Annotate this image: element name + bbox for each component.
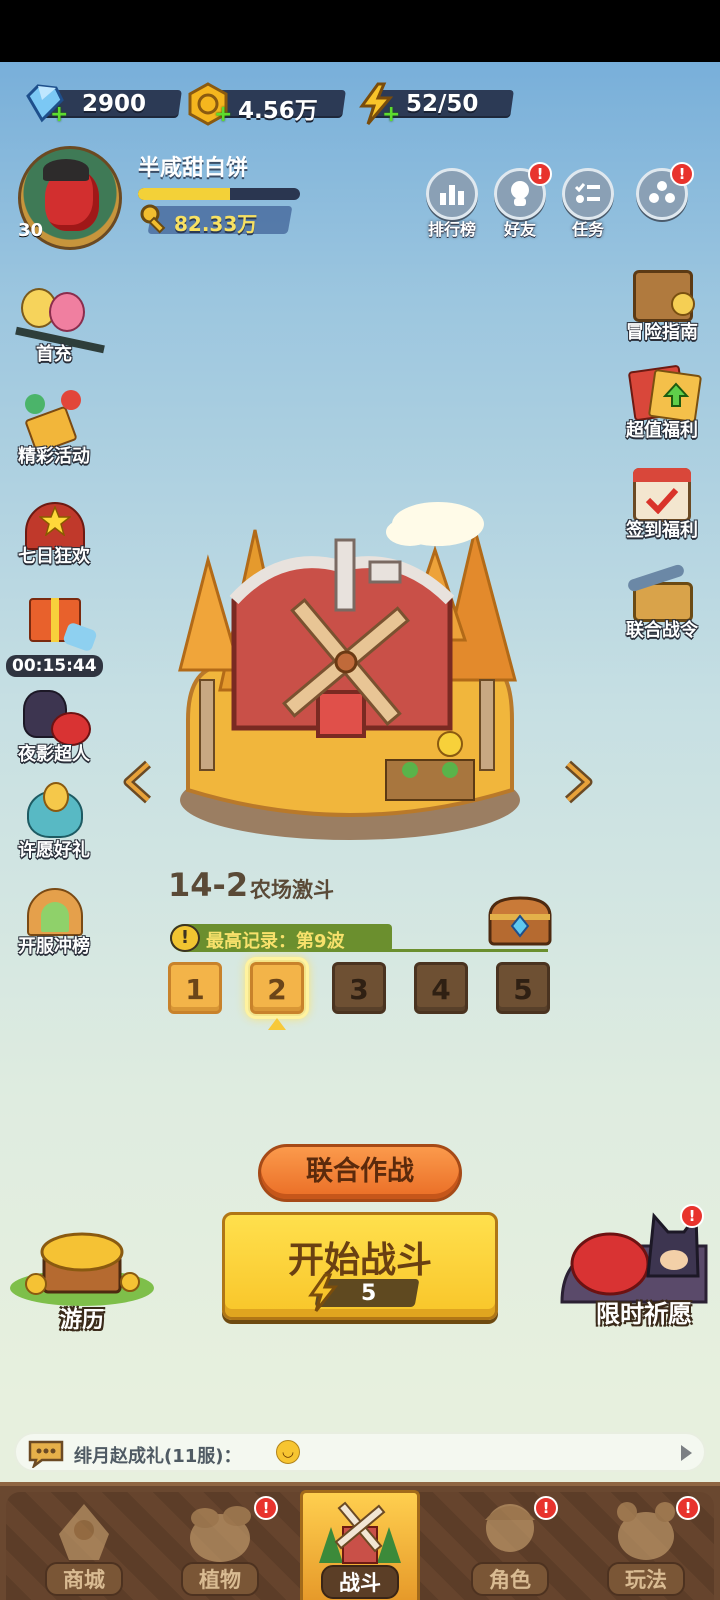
coop-battle-button[interactable]: 联合作战 <box>258 1144 462 1202</box>
travel-button[interactable]: 游历 <box>6 1222 158 1333</box>
timed-gift-button[interactable]: 00:15:44 <box>6 586 103 677</box>
start-battle-label: 开始战斗 <box>287 1240 432 1281</box>
chat-bubble-icon <box>28 1440 64 1468</box>
energy-cost: 5 <box>361 1281 377 1306</box>
travel-label: 游历 <box>59 1308 104 1333</box>
limited-wish-button[interactable]: ! 限时祈愿 <box>556 1204 720 1328</box>
seven-day-label: 七日狂欢 <box>18 546 90 567</box>
selected-wave-pointer-icon <box>268 1018 286 1030</box>
player-level: 30 <box>18 220 44 241</box>
battle-pass-label: 联合战令 <box>626 620 698 641</box>
plants-alert-icon: ! <box>254 1496 278 1520</box>
shop-icon <box>59 1504 109 1560</box>
next-stage-arrow-icon[interactable] <box>560 760 594 804</box>
farm-stage-illustration <box>178 502 520 840</box>
wish-gift-button[interactable]: 许愿好礼 <box>6 780 102 862</box>
treasure-chest-icon[interactable] <box>486 894 554 946</box>
tab-shop-label: 商城 <box>45 1562 123 1596</box>
avatar-hat <box>43 159 89 181</box>
gift-countdown: 00:15:44 <box>6 655 103 677</box>
add-energy-icon[interactable]: + <box>382 102 400 127</box>
first-charge-button[interactable]: 首充 <box>6 284 105 366</box>
tab-gameplay-label: 玩法 <box>607 1562 685 1596</box>
signin-welfare-button[interactable]: 签到福利 <box>614 460 710 542</box>
start-battle-button[interactable]: 开始战斗 5 <box>222 1212 498 1320</box>
signin-welfare-label: 签到福利 <box>626 520 698 541</box>
gem-currency[interactable]: + 2900 <box>22 82 182 127</box>
tab-battle[interactable]: 战斗 <box>300 1490 420 1600</box>
xp-bar <box>138 188 300 200</box>
gem-count: 2900 <box>82 91 147 117</box>
tab-plants[interactable]: 植物 ! <box>150 1490 290 1600</box>
battle-pass-button[interactable]: 联合战令 <box>614 560 710 642</box>
wave-button-5[interactable]: 5 <box>496 962 550 1014</box>
tasks-icon <box>562 168 614 220</box>
wish-gift-label: 许愿好礼 <box>18 840 90 861</box>
info-icon: ! <box>170 924 200 952</box>
value-welfare-label: 超值福利 <box>626 420 698 441</box>
plant-icon <box>190 1506 251 1562</box>
wave-button-2[interactable]: 2 <box>245 957 309 1019</box>
tab-characters-label: 角色 <box>471 1562 549 1596</box>
wish-alert-icon: ! <box>680 1204 704 1228</box>
night-hero-button[interactable]: 夜影超人 <box>6 684 102 766</box>
friends-label: 好友 <box>503 220 536 239</box>
events-label: 精彩活动 <box>18 446 90 467</box>
add-gems-icon[interactable]: + <box>50 102 68 127</box>
player-name: 半咸甜白饼 <box>138 156 249 181</box>
tab-shop[interactable]: 商城 <box>14 1490 154 1600</box>
gold-chest-icon <box>10 1232 154 1306</box>
gameplay-alert-icon: ! <box>676 1496 700 1520</box>
wave-button-1[interactable]: 1 <box>168 962 222 1014</box>
tab-plants-label: 植物 <box>181 1562 259 1596</box>
first-charge-label: 首充 <box>36 344 72 365</box>
guide-label: 冒险指南 <box>626 322 698 343</box>
stage-name: 农场激斗 <box>250 878 334 902</box>
seven-day-button[interactable]: 七日狂欢 <box>6 486 102 568</box>
server-rank-button[interactable]: 开服冲榜 <box>6 876 102 958</box>
tasks-button[interactable]: 任务 <box>560 168 616 240</box>
windmill-battle-icon <box>319 1501 401 1564</box>
energy-currency[interactable]: + 52/50 <box>354 82 514 127</box>
coin-currency[interactable]: + 4.56万 <box>186 82 346 127</box>
previous-stage-arrow-icon[interactable] <box>122 760 156 804</box>
tab-characters[interactable]: 角色 ! <box>440 1490 580 1600</box>
more-alert-icon: ! <box>670 162 694 186</box>
characters-alert-icon: ! <box>534 1496 558 1520</box>
leaderboard-button[interactable]: 排行榜 <box>424 168 480 240</box>
best-record: 最高记录：第9波 <box>206 931 345 952</box>
system-status-bar <box>0 0 720 62</box>
xp-bar-fill <box>138 188 231 200</box>
record-progress-line <box>380 949 548 952</box>
chat-message: 绯月赵成礼(11服)： <box>74 1446 242 1467</box>
night-hero-label: 夜影超人 <box>18 744 90 765</box>
add-coins-icon[interactable]: + <box>214 102 232 127</box>
tab-battle-label: 战斗 <box>321 1565 399 1599</box>
gift-box-icon <box>15 586 98 656</box>
key-count: 82.33万 <box>174 212 258 236</box>
wave-button-4[interactable]: 4 <box>414 962 468 1014</box>
events-button[interactable]: 精彩活动 <box>6 386 102 468</box>
energy-cost-lightning-icon <box>308 1273 339 1312</box>
play-arrow-icon[interactable] <box>681 1445 692 1461</box>
key-icon <box>140 204 166 234</box>
tasks-label: 任务 <box>571 220 604 239</box>
leaderboard-label: 排行榜 <box>427 220 476 239</box>
limited-wish-label: 限时祈愿 <box>596 1300 692 1328</box>
wave-button-3[interactable]: 3 <box>332 962 386 1014</box>
chat-ticker[interactable]: 绯月赵成礼(11服)： ◡ <box>14 1432 706 1472</box>
friends-alert-icon: ! <box>528 162 552 186</box>
energy-count: 52/50 <box>406 91 479 117</box>
value-welfare-button[interactable]: 超值福利 <box>614 360 710 442</box>
server-rank-label: 开服冲榜 <box>18 936 90 957</box>
coin-count: 4.56万 <box>238 98 318 124</box>
guide-button[interactable]: 冒险指南 <box>614 262 710 344</box>
tab-gameplay[interactable]: 玩法 ! <box>576 1490 716 1600</box>
leaderboard-icon <box>426 168 478 220</box>
smile-emoji-icon: ◡ <box>276 1440 300 1464</box>
stage-number: 14-2 <box>168 866 249 904</box>
friends-button[interactable]: 好友 ! <box>492 162 552 240</box>
more-menu-button[interactable]: ! <box>634 162 694 220</box>
